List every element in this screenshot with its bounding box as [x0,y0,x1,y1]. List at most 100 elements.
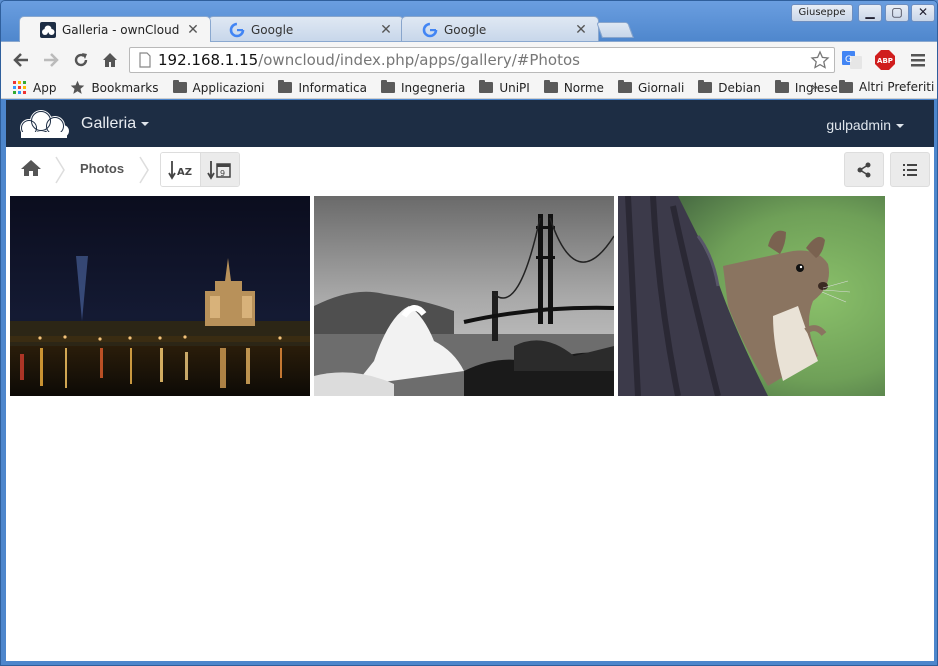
minimize-button[interactable]: ▁ [858,4,882,22]
google-translate-icon[interactable]: G [841,49,863,71]
back-button[interactable] [9,48,33,72]
maximize-button[interactable]: ▢ [885,4,909,22]
folder-icon [172,80,187,93]
squirrel-image [618,196,885,396]
reload-button[interactable] [69,48,93,72]
tab-strip: Galleria - ownCloud ✕ Google ✕ Google ✕ … [1,1,937,42]
sort-by-name-button[interactable]: AZ [161,153,200,186]
bookmark-apps[interactable]: App [13,80,57,95]
url-host: 192.168.1.15 [158,51,259,69]
bookmark-folder-applicazioni[interactable]: Applicazioni [172,80,265,95]
star-icon [71,80,85,94]
sort-date-icon: 9 [207,160,231,180]
close-icon[interactable]: ✕ [379,22,393,38]
bookmark-folder-other[interactable]: Altri Preferiti [839,79,935,94]
folder-icon [698,80,713,93]
photo-golden-gate-bridge[interactable] [314,196,614,396]
tab-galleria[interactable]: Galleria - ownCloud ✕ [19,16,211,42]
home-breadcrumb-icon[interactable] [20,159,42,177]
address-bar[interactable]: 192.168.1.15/owncloud/index.php/apps/gal… [129,47,835,73]
chrome-menu-icon[interactable] [907,49,929,71]
close-icon[interactable]: ✕ [186,22,200,38]
golden-gate-bridge-image [314,196,614,396]
browser-window: Galleria - ownCloud ✕ Google ✕ Google ✕ … [0,0,938,666]
gallery-controls: Photos AZ 9 [6,147,934,193]
list-icon [903,163,917,176]
tab-title: Google [251,22,294,37]
adblock-plus-icon[interactable]: ABP [874,49,896,71]
bookmark-label: Bookmarks [91,80,159,95]
user-menu-button[interactable]: gulpadmin [826,117,904,133]
bookmark-label: UniPI [499,80,530,95]
bookmark-label: Ingegneria [400,80,466,95]
close-icon[interactable]: ✕ [574,22,588,38]
owncloud-logo-icon[interactable] [17,108,69,140]
bookmark-folder-ingegneria[interactable]: Ingegneria [380,80,466,95]
forward-arrow-icon [44,53,59,67]
folder-icon [278,80,293,93]
google-favicon [229,22,245,37]
url-path: /owncloud/index.php/apps/gallery/#Photos [258,51,580,69]
bookmark-folder-norme[interactable]: Norme [543,80,604,95]
sort-alpha-icon: AZ [167,160,192,180]
share-icon [857,162,871,177]
browser-toolbar: 192.168.1.15/owncloud/index.php/apps/gal… [1,41,937,77]
caret-down-icon [896,124,904,129]
username: gulpadmin [826,117,891,133]
app-name: Galleria [81,115,137,132]
folder-icon [479,80,494,93]
profile-button[interactable]: Giuseppe [791,4,853,22]
bookmark-label: App [33,80,57,95]
reload-icon [74,53,88,67]
tab-google-1[interactable]: Google ✕ [208,16,404,42]
apps-grid-icon [13,80,26,94]
page-icon [139,52,151,68]
adblock-label: ABP [877,57,893,65]
tab-title: Galleria - ownCloud [62,22,180,37]
new-tab-button[interactable] [596,22,634,38]
bookmarks-bar: App Bookmarks Applicazioni Informatica I… [1,77,937,99]
bookmark-folder-giornali[interactable]: Giornali [617,80,684,95]
bookmark-folder-inglese[interactable]: Inglese [774,80,838,95]
bookmark-folder-informatica[interactable]: Informatica [278,80,367,95]
home-icon [103,53,117,67]
app-menu-button[interactable]: Galleria [81,115,150,133]
back-arrow-icon [13,53,28,67]
bookmark-label: Informatica [298,80,367,95]
owncloud-header: Galleria gulpadmin [6,100,934,147]
photo-notre-dame-night[interactable] [10,196,310,396]
bookmarks-overflow-button[interactable]: » [811,80,818,94]
breadcrumb-separator-icon [139,156,149,184]
home-button[interactable] [98,48,122,72]
breadcrumb-separator-icon [55,156,65,184]
bookmark-label: Norme [563,80,604,95]
bookmark-bookmarks[interactable]: Bookmarks [70,80,159,95]
caret-down-icon [141,121,150,126]
forward-button[interactable] [39,48,63,72]
bookmark-folder-debian[interactable]: Debian [698,80,761,95]
photo-squirrel[interactable] [618,196,885,396]
folder-icon [617,80,632,93]
close-window-button[interactable]: ✕ [911,4,935,22]
svg-text:AZ: AZ [177,167,192,178]
owncloud-favicon [40,21,56,38]
breadcrumb-photos[interactable]: Photos [80,161,124,176]
sort-by-date-button[interactable]: 9 [200,153,239,186]
share-button[interactable] [844,152,884,187]
bookmark-label: Applicazioni [192,80,265,95]
bookmark-label: Altri Preferiti [859,80,935,94]
tab-title: Google [444,22,487,37]
list-view-button[interactable] [890,152,930,187]
svg-text:9: 9 [220,169,225,178]
bookmark-folder-unipi[interactable]: UniPI [479,80,530,95]
google-favicon [422,22,438,37]
svg-text:G: G [845,55,852,65]
bookmark-label: Debian [718,80,761,95]
page-content: Galleria gulpadmin Photos AZ 9 [6,100,934,661]
notre-dame-night-image [10,196,310,396]
folder-icon [543,80,558,93]
bookmark-star-icon[interactable] [810,50,830,70]
sort-button-group: AZ 9 [160,152,240,187]
folder-icon [839,79,853,93]
tab-google-2[interactable]: Google ✕ [401,16,599,42]
